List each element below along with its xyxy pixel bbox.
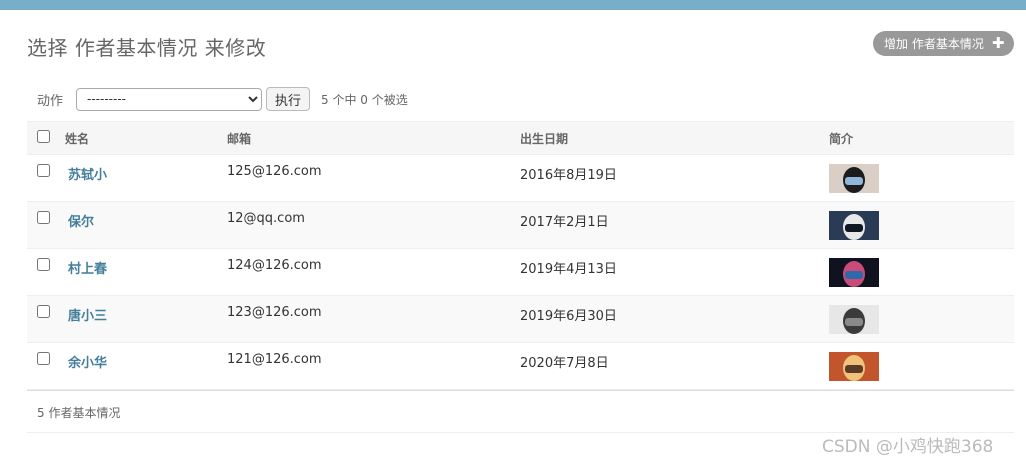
row-select-cell [27,154,65,202]
name-cell: 余小华 [65,342,227,390]
table-row: 余小华 121@126.com 2020年7月8日 [27,342,1014,390]
name-cell: 苏轼小 [65,154,227,202]
row-select-checkbox[interactable] [37,211,50,224]
column-header-email[interactable]: 邮箱 [227,121,520,155]
action-select[interactable]: --------- [76,87,263,111]
email-value: 124@126.com [227,258,322,273]
birthdate-value: 2017年2月1日 [520,215,609,230]
result-count: 5 作者基本情况 [27,390,1014,433]
author-name-link[interactable]: 唐小三 [65,296,107,324]
column-header-intro[interactable]: 简介 [829,121,1014,155]
email-value: 125@126.com [227,164,322,179]
intro-cell [829,295,1014,343]
birthdate-value: 2016年8月19日 [520,168,617,183]
birthdate-cell: 2016年8月19日 [520,154,829,202]
birthdate-value: 2020年7月8日 [520,356,609,371]
email-value: 12@qq.com [227,211,305,226]
results-table: 姓名 邮箱 出生日期 简介 苏轼小 125@126.com 2016年8月19日保尔… [27,121,1014,390]
row-select-cell [27,342,65,390]
intro-thumbnail [829,211,879,240]
author-name-link[interactable]: 村上春 [65,249,107,277]
table-header-row: 姓名 邮箱 出生日期 简介 [27,121,1014,155]
top-header-bar [0,0,1026,10]
row-select-checkbox[interactable] [37,258,50,271]
row-select-cell [27,201,65,249]
author-name-link[interactable]: 余小华 [65,343,107,371]
table-row: 唐小三 123@126.com 2019年6月30日 [27,295,1014,343]
actions-bar: 动作 --------- 执行 5 个中 0 个被选 [27,84,1014,114]
intro-cell [829,248,1014,296]
birthdate-cell: 2019年4月13日 [520,248,829,296]
column-header-name[interactable]: 姓名 [65,121,227,155]
email-value: 123@126.com [227,305,322,320]
name-cell: 保尔 [65,201,227,249]
table-row: 保尔 12@qq.com 2017年2月1日 [27,201,1014,249]
intro-thumbnail [829,258,879,287]
email-cell: 124@126.com [227,248,520,296]
name-cell: 村上春 [65,248,227,296]
intro-thumbnail [829,352,879,381]
select-all-checkbox[interactable] [37,130,50,143]
name-cell: 唐小三 [65,295,227,343]
birthdate-cell: 2017年2月1日 [520,201,829,249]
birthdate-cell: 2019年6月30日 [520,295,829,343]
row-select-checkbox[interactable] [37,352,50,365]
intro-cell [829,154,1014,202]
actions-label: 动作 [37,93,64,109]
column-header-birthdate[interactable]: 出生日期 [520,121,829,155]
row-select-cell [27,295,65,343]
plus-icon: ✚ [991,34,1005,52]
run-action-button[interactable]: 执行 [266,87,311,111]
intro-cell [829,342,1014,390]
email-cell: 121@126.com [227,342,520,390]
row-select-checkbox[interactable] [37,305,50,318]
author-name-link[interactable]: 苏轼小 [65,155,107,183]
table-row: 村上春 124@126.com 2019年4月13日 [27,248,1014,296]
email-cell: 125@126.com [227,154,520,202]
email-cell: 12@qq.com [227,201,520,249]
birthdate-cell: 2020年7月8日 [520,342,829,390]
row-select-checkbox[interactable] [37,164,50,177]
email-value: 121@126.com [227,352,322,367]
row-select-cell [27,248,65,296]
birthdate-value: 2019年6月30日 [520,309,617,324]
birthdate-value: 2019年4月13日 [520,262,617,277]
table-row: 苏轼小 125@126.com 2016年8月19日 [27,154,1014,202]
watermark: CSDN @小鸡快跑368 [822,437,994,457]
intro-cell [829,201,1014,249]
email-cell: 123@126.com [227,295,520,343]
page-title: 选择 作者基本情况 来修改 [27,36,267,60]
select-all-cell [27,121,65,155]
add-author-button[interactable]: 增加 作者基本情况 ✚ [873,31,1014,56]
add-button-label: 增加 作者基本情况 [884,37,984,51]
intro-thumbnail [829,305,879,334]
intro-thumbnail [829,164,879,193]
selection-counter: 5 个中 0 个被选 [321,92,408,107]
author-name-link[interactable]: 保尔 [65,202,94,230]
